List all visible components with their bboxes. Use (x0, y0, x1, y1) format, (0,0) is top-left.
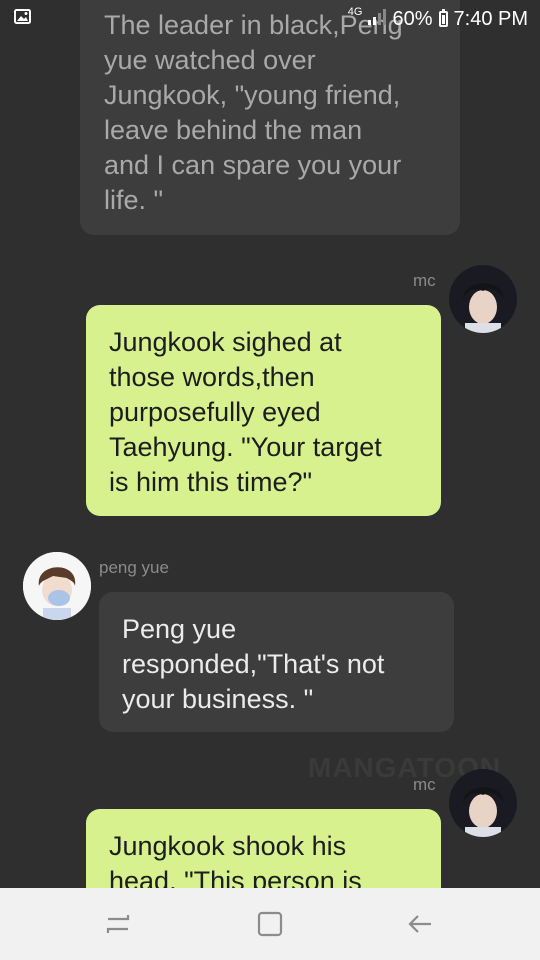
message-bubble: Peng yue responded,"That's not your busi… (99, 592, 454, 732)
sender-name: mc (413, 271, 436, 290)
avatar-mc[interactable] (449, 265, 517, 333)
battery-icon (438, 9, 448, 27)
message-bubble: Jungkook sighed at those words,then purp… (86, 305, 441, 516)
home-icon[interactable] (256, 910, 284, 943)
back-icon[interactable] (406, 910, 434, 943)
navigation-bar (0, 888, 540, 960)
network-type: 4G (347, 6, 363, 18)
sender-name: mc (413, 775, 436, 794)
gallery-icon (14, 9, 31, 29)
status-bar: 4G 60% 7:40 PM (0, 0, 540, 38)
avatar-mc[interactable] (449, 769, 517, 837)
battery-percent: 60% (392, 7, 433, 30)
sender-name: peng yue (99, 558, 169, 577)
recent-apps-icon[interactable] (104, 910, 132, 943)
avatar-peng-yue[interactable] (23, 552, 91, 620)
clock: 7:40 PM (453, 7, 528, 30)
signal-icon (368, 8, 387, 31)
